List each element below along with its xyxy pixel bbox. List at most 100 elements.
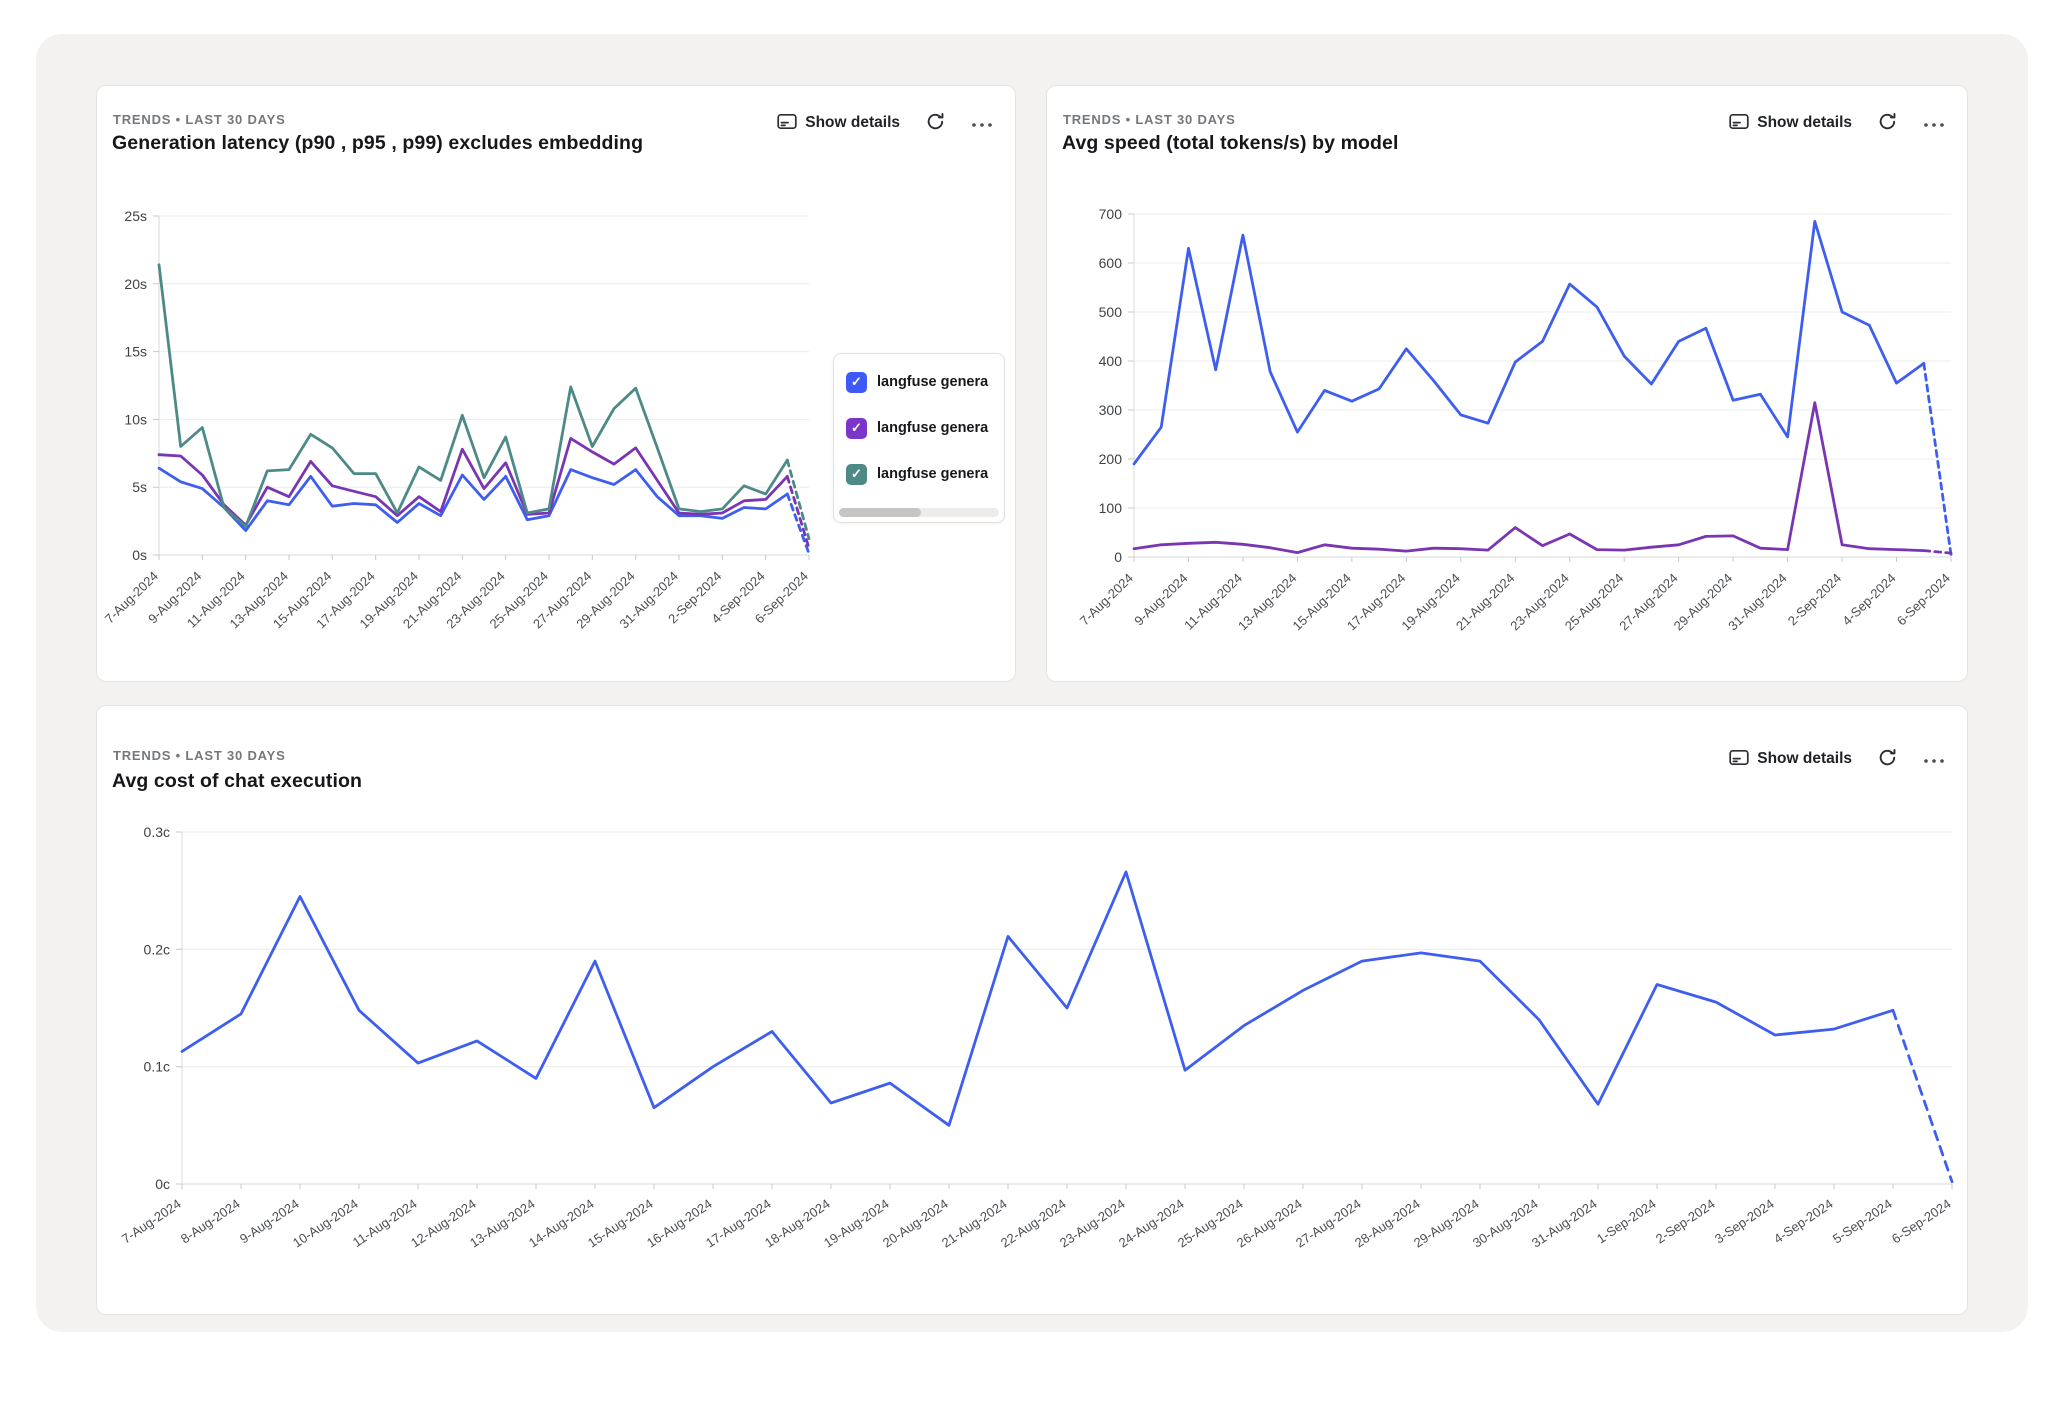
svg-text:0: 0 [1114, 549, 1122, 565]
legend-item: ✓ langfuse genera [834, 354, 1004, 400]
panel-generation-latency: TRENDS • LAST 30 DAYS Generation latency… [96, 85, 1016, 682]
panel-controls: Show details [771, 106, 999, 140]
svg-text:2-Sep-2024: 2-Sep-2024 [1653, 1196, 1718, 1246]
dashboard-card: TRENDS • LAST 30 DAYS Generation latency… [36, 34, 2028, 1332]
svg-text:4-Sep-2024: 4-Sep-2024 [1771, 1196, 1836, 1246]
svg-text:15-Aug-2024: 15-Aug-2024 [585, 1196, 656, 1250]
svg-text:12-Aug-2024: 12-Aug-2024 [408, 1196, 479, 1250]
svg-text:8-Aug-2024: 8-Aug-2024 [178, 1196, 243, 1246]
panel-eyebrow: TRENDS • LAST 30 DAYS [1063, 112, 1236, 127]
legend-item: ✓ langfuse genera [834, 446, 1004, 492]
svg-text:5s: 5s [132, 479, 147, 495]
svg-text:0c: 0c [155, 1176, 170, 1192]
svg-text:24-Aug-2024: 24-Aug-2024 [1116, 1196, 1187, 1250]
refresh-button[interactable] [1872, 742, 1903, 776]
refresh-button[interactable] [1872, 106, 1903, 140]
svg-text:29-Aug-2024: 29-Aug-2024 [1411, 1196, 1482, 1250]
svg-text:0.1c: 0.1c [144, 1059, 170, 1075]
svg-text:20-Aug-2024: 20-Aug-2024 [880, 1196, 951, 1250]
legend-checkbox-blue[interactable]: ✓ [846, 372, 867, 393]
svg-text:17-Aug-2024: 17-Aug-2024 [703, 1196, 774, 1250]
show-details-label: Show details [1757, 750, 1852, 768]
legend-item-label: langfuse genera [877, 466, 991, 482]
panel-title: Avg speed (total tokens/s) by model [1062, 132, 1399, 155]
svg-text:26-Aug-2024: 26-Aug-2024 [1234, 1196, 1305, 1250]
legend-scrollbar-thumb[interactable] [839, 508, 921, 517]
svg-text:100: 100 [1099, 500, 1123, 516]
svg-text:5-Sep-2024: 5-Sep-2024 [1830, 1196, 1895, 1246]
svg-text:10s: 10s [124, 411, 147, 427]
chart-legend: ✓ langfuse genera ✓ langfuse genera ✓ la… [833, 353, 1005, 523]
svg-text:10-Aug-2024: 10-Aug-2024 [290, 1196, 361, 1250]
show-details-button[interactable]: Show details [771, 107, 906, 139]
panel-controls: Show details [1723, 106, 1951, 140]
dashboard-page: { "icons": { "check": "✓" }, "panels": [… [0, 0, 2064, 1402]
show-details-button[interactable]: Show details [1723, 743, 1858, 775]
ellipsis-icon [1923, 116, 1945, 131]
cost-chart[interactable]: 0c0.1c0.2c0.3c7-Aug-20248-Aug-20249-Aug-… [97, 821, 1969, 1316]
panel-eyebrow: TRENDS • LAST 30 DAYS [113, 748, 286, 763]
svg-text:16-Aug-2024: 16-Aug-2024 [644, 1196, 715, 1250]
details-card-icon [1729, 749, 1749, 769]
svg-text:2-Sep-2024: 2-Sep-2024 [1785, 570, 1844, 628]
svg-text:400: 400 [1099, 353, 1123, 369]
svg-text:0.3c: 0.3c [144, 824, 170, 840]
svg-text:9-Aug-2024: 9-Aug-2024 [1131, 570, 1190, 628]
speed-chart[interactable]: 01002003004005006007007-Aug-20249-Aug-20… [1047, 186, 1969, 683]
svg-text:15s: 15s [124, 344, 147, 360]
more-button[interactable] [1917, 110, 1951, 137]
svg-text:0.2c: 0.2c [144, 941, 170, 957]
more-button[interactable] [1917, 746, 1951, 773]
more-button[interactable] [965, 110, 999, 137]
svg-text:28-Aug-2024: 28-Aug-2024 [1352, 1196, 1423, 1250]
svg-text:3-Sep-2024: 3-Sep-2024 [1712, 1196, 1777, 1246]
svg-text:300: 300 [1099, 402, 1123, 418]
show-details-label: Show details [805, 114, 900, 132]
legend-checkbox-teal[interactable]: ✓ [846, 464, 867, 485]
legend-item-label: langfuse genera [877, 420, 991, 436]
refresh-icon [1878, 748, 1897, 770]
svg-text:0s: 0s [132, 547, 147, 563]
ellipsis-icon [971, 116, 993, 131]
svg-text:7-Aug-2024: 7-Aug-2024 [119, 1196, 184, 1246]
panel-title: Avg cost of chat execution [112, 770, 362, 793]
svg-text:25-Aug-2024: 25-Aug-2024 [1175, 1196, 1246, 1250]
panel-title: Generation latency (p90 , p95 , p99) exc… [112, 132, 643, 155]
legend-item-label: langfuse genera [877, 374, 991, 390]
panel-eyebrow: TRENDS • LAST 30 DAYS [113, 112, 286, 127]
refresh-button[interactable] [920, 106, 951, 140]
svg-text:20s: 20s [124, 276, 147, 292]
panel-avg-speed: TRENDS • LAST 30 DAYS Avg speed (total t… [1046, 85, 1968, 682]
show-details-button[interactable]: Show details [1723, 107, 1858, 139]
legend-item: ✓ langfuse genera [834, 400, 1004, 446]
svg-text:14-Aug-2024: 14-Aug-2024 [526, 1196, 597, 1250]
legend-scrollbar-track[interactable] [839, 508, 999, 517]
svg-text:30-Aug-2024: 30-Aug-2024 [1470, 1196, 1541, 1250]
svg-text:600: 600 [1099, 255, 1123, 271]
svg-text:23-Aug-2024: 23-Aug-2024 [1057, 1196, 1128, 1250]
svg-text:19-Aug-2024: 19-Aug-2024 [821, 1196, 892, 1250]
show-details-label: Show details [1757, 114, 1852, 132]
svg-text:31-Aug-2024: 31-Aug-2024 [1529, 1196, 1600, 1250]
panel-avg-cost: TRENDS • LAST 30 DAYS Avg cost of chat e… [96, 705, 1968, 1315]
svg-text:18-Aug-2024: 18-Aug-2024 [762, 1196, 833, 1250]
details-card-icon [777, 113, 797, 133]
legend-checkbox-purple[interactable]: ✓ [846, 418, 867, 439]
svg-text:21-Aug-2024: 21-Aug-2024 [939, 1196, 1010, 1250]
svg-text:25s: 25s [124, 208, 147, 224]
svg-text:27-Aug-2024: 27-Aug-2024 [1293, 1196, 1364, 1250]
ellipsis-icon [1923, 752, 1945, 767]
svg-text:31-Aug-2024: 31-Aug-2024 [1725, 570, 1789, 633]
svg-text:13-Aug-2024: 13-Aug-2024 [467, 1196, 538, 1250]
svg-text:6-Sep-2024: 6-Sep-2024 [1894, 570, 1953, 628]
panel-controls: Show details [1723, 742, 1951, 776]
svg-text:500: 500 [1099, 304, 1123, 320]
svg-text:200: 200 [1099, 451, 1123, 467]
svg-text:4-Sep-2024: 4-Sep-2024 [1839, 570, 1898, 628]
svg-text:22-Aug-2024: 22-Aug-2024 [998, 1196, 1069, 1250]
svg-text:700: 700 [1099, 206, 1123, 222]
details-card-icon [1729, 113, 1749, 133]
svg-text:1-Sep-2024: 1-Sep-2024 [1594, 1196, 1659, 1246]
svg-text:11-Aug-2024: 11-Aug-2024 [350, 1196, 420, 1250]
svg-text:6-Sep-2024: 6-Sep-2024 [1889, 1196, 1954, 1246]
